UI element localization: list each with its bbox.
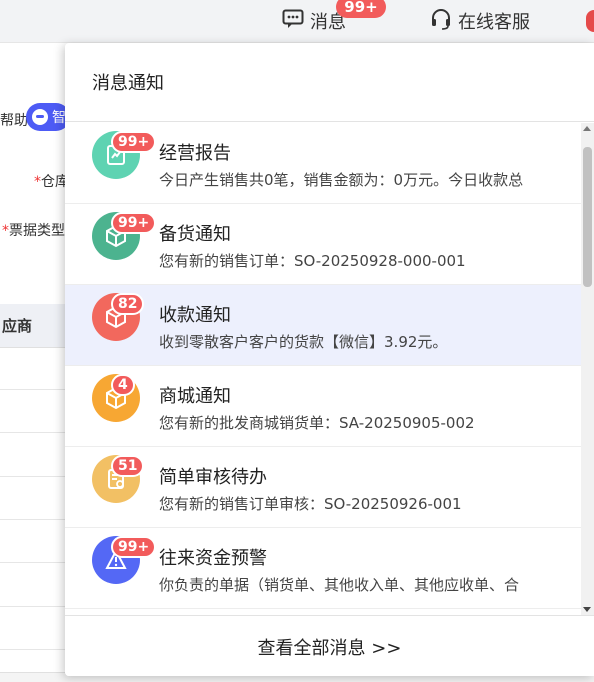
required-mark: * [34,174,41,190]
top-bar: 消息 99+ 在线客服 [0,0,594,43]
unread-count-badge: 99+ [111,536,157,558]
notification-title: 商城通知 [159,386,231,407]
unread-count-badge: 99+ [111,212,157,234]
scrollbar-thumb[interactable] [583,147,592,287]
table-row-divider [0,389,70,390]
robot-icon [32,109,48,125]
notification-list-scrollbar[interactable] [581,123,594,615]
notification-description: 您有新的批发商城销货单：SA-20250905-002 [159,414,475,432]
notification-description: 今日产生销售共0笔，销售金额为：0万元。今日收款总 [159,171,524,189]
view-all-messages-link[interactable]: 查看全部消息 >> [65,615,594,676]
message-notification-panel: 消息通知 99+ 经营报告 今日产生销售共0笔，销售金额为：0万元。今日收款总 … [65,43,594,676]
messages-count-badge: 99+ [336,0,386,18]
table-row-divider [0,476,70,477]
panel-title: 消息通知 [65,43,594,122]
table-row-divider [0,519,70,520]
notification-description: 收到零散客户客户的货款【微信】3.92元。 [159,333,448,351]
ticket-type-label-text: 票据类型 [9,223,65,239]
notification-item-mall[interactable]: 4 商城通知 您有新的批发商城销货单：SA-20250905-002 [65,366,581,447]
notification-description: 你负责的单据（销货单、其他收入单、其他应收单、合 [159,576,520,594]
online-service-button[interactable]: 在线客服 [430,0,530,42]
notification-item-stock-prep[interactable]: 99+ 备货通知 您有新的销售订单：SO-20250928-000-001 [65,204,581,285]
notification-description: 您有新的销售订单：SO-20250928-000-001 [159,252,466,270]
notification-item-payment-received[interactable]: 82 收款通知 收到零散客户客户的货款【微信】3.92元。 [65,285,581,366]
table-row-divider [0,432,70,433]
assistant-chip-label: 智 [52,110,66,126]
table-row-divider [0,606,70,607]
notification-title: 往来资金预警 [159,548,267,569]
unread-count-badge: 4 [111,374,135,396]
table-row-divider [0,562,70,563]
help-text[interactable]: 帮助 [0,110,28,130]
notification-list[interactable]: 99+ 经营报告 今日产生销售共0笔，销售金额为：0万元。今日收款总 99+ 备… [65,123,581,615]
ticket-type-field-label: *票据类型 [2,220,65,240]
table-header-supplier: 应商 [0,304,70,348]
online-service-label: 在线客服 [458,12,530,33]
unread-count-badge: 99+ [111,131,157,153]
scroll-up-arrow-icon[interactable] [583,126,591,131]
table-row-divider [0,649,70,650]
notification-title: 收款通知 [159,305,231,326]
chat-icon [282,9,304,34]
notification-description: 您有新的销售订单审核：SO-20250926-001 [159,495,462,513]
avatar[interactable] [586,10,594,32]
notification-item-business-report[interactable]: 99+ 经营报告 今日产生销售共0笔，销售金额为：0万元。今日收款总 [65,123,581,204]
notification-item-funds-alert[interactable]: 99+ 往来资金预警 你负责的单据（销货单、其他收入单、其他应收单、合 [65,528,581,609]
scroll-down-arrow-icon[interactable] [583,607,591,612]
unread-count-badge: 51 [111,455,145,477]
notification-title: 经营报告 [159,143,231,164]
notification-title: 备货通知 [159,224,231,245]
smart-assistant-chip[interactable]: 智 [26,103,70,131]
required-mark: * [2,223,9,239]
notification-item-simple-audit[interactable]: 51 简单审核待办 您有新的销售订单审核：SO-20250926-001 [65,447,581,528]
unread-count-badge: 82 [111,293,145,315]
warehouse-field-label: *仓库 [34,171,69,191]
headset-icon [430,8,452,35]
notification-title: 简单审核待办 [159,467,267,488]
